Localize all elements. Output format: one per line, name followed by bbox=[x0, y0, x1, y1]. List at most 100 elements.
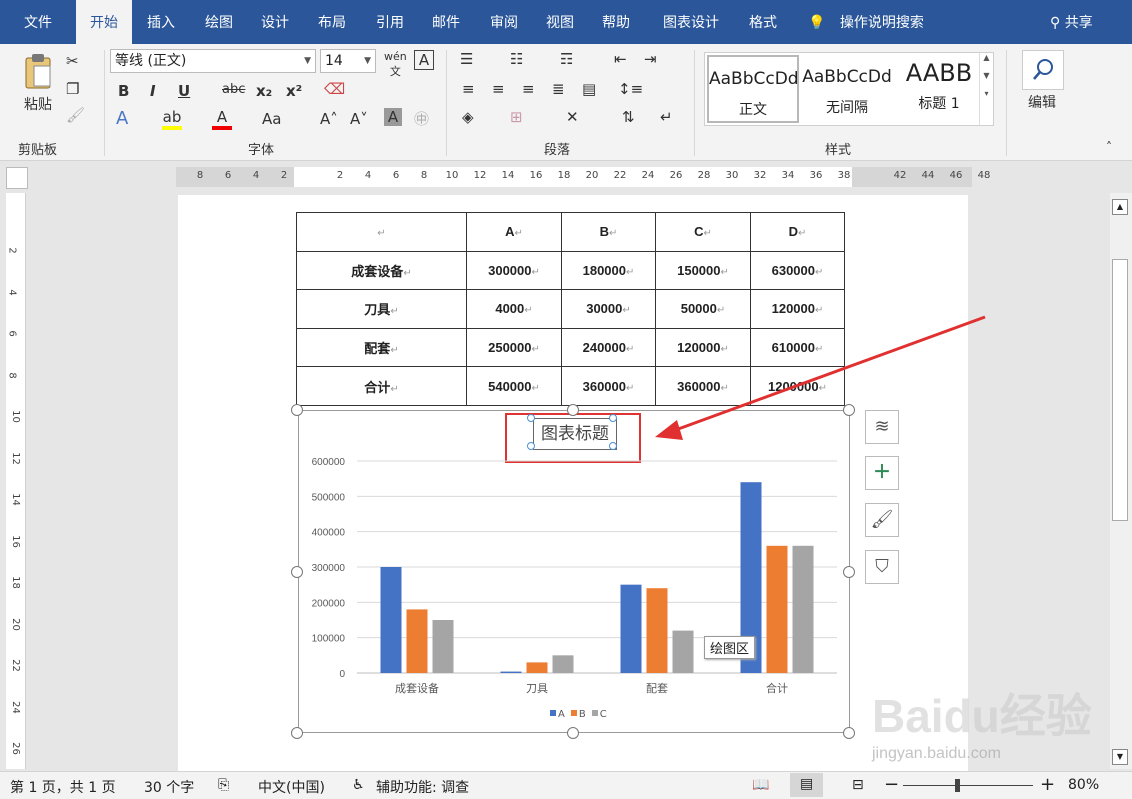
table-cell[interactable]: 150000↵ bbox=[655, 250, 751, 291]
chart-legend[interactable]: A B C bbox=[544, 709, 607, 720]
table-cell[interactable]: 250000↵ bbox=[466, 327, 562, 368]
enclose-character-icon[interactable]: ㊥ bbox=[414, 108, 429, 129]
underline-button[interactable]: U bbox=[178, 82, 190, 100]
find-button[interactable] bbox=[1022, 50, 1064, 90]
bar-C-2[interactable] bbox=[672, 630, 694, 673]
table-cell[interactable]: 50000↵ bbox=[655, 289, 751, 329]
tab-review[interactable]: 审阅 bbox=[478, 0, 530, 44]
strikethrough-button[interactable]: abc bbox=[222, 82, 245, 97]
resize-handle[interactable] bbox=[291, 404, 303, 416]
proofing-icon[interactable]: ⎘ bbox=[218, 777, 229, 793]
phonetic-guide-icon[interactable]: wén 文 bbox=[384, 50, 407, 79]
line-spacing-icon[interactable]: ↕≡ bbox=[618, 80, 643, 98]
title-handle[interactable] bbox=[609, 414, 617, 422]
chart-filters-button[interactable]: ⛉ bbox=[865, 550, 899, 584]
bar-A-0[interactable] bbox=[380, 567, 402, 673]
table-cell[interactable]: 合计↵ bbox=[296, 366, 467, 406]
table-cell[interactable]: A↵ bbox=[466, 212, 562, 252]
table-cell[interactable]: 4000↵ bbox=[466, 289, 562, 329]
share-button[interactable]: ⚲ 共享 bbox=[1050, 0, 1093, 44]
tell-me-search[interactable]: 💡 操作说明搜索 bbox=[808, 0, 924, 44]
tab-insert[interactable]: 插入 bbox=[136, 0, 186, 44]
tab-design[interactable]: 设计 bbox=[250, 0, 300, 44]
justify-icon[interactable]: ≣ bbox=[552, 80, 565, 98]
collapse-ribbon-icon[interactable]: ˄ bbox=[1106, 140, 1112, 154]
chinese-layout-icon[interactable]: ✕ bbox=[566, 108, 579, 126]
font-name-select[interactable]: 等线 (正文) ▼ bbox=[110, 49, 316, 73]
resize-handle[interactable] bbox=[843, 727, 855, 739]
table-cell[interactable]: 630000↵ bbox=[750, 250, 845, 291]
bar-B-2[interactable] bbox=[646, 588, 668, 673]
bold-button[interactable]: B bbox=[118, 82, 129, 100]
character-border-icon[interactable]: A bbox=[414, 50, 434, 70]
scroll-thumb[interactable] bbox=[1112, 259, 1128, 521]
subscript-button[interactable]: x₂ bbox=[256, 82, 272, 100]
document-page[interactable]: ↵ A↵ B↵ C↵ D↵ 成套设备↵ 300000↵ 180000↵ 150000↵ 63000… bbox=[178, 195, 968, 771]
web-layout-icon[interactable]: ⊟ bbox=[852, 777, 864, 793]
style-heading-1[interactable]: AABB 标题 1 bbox=[893, 55, 985, 123]
tab-view[interactable]: 视图 bbox=[534, 0, 586, 44]
tab-layout[interactable]: 布局 bbox=[306, 0, 358, 44]
scroll-down-icon[interactable]: ▼ bbox=[1112, 749, 1128, 765]
tab-help[interactable]: 帮助 bbox=[590, 0, 642, 44]
change-case-button[interactable]: Aa bbox=[262, 110, 281, 128]
read-mode-icon[interactable]: 📖 bbox=[752, 777, 769, 793]
table-cell[interactable]: 配套↵ bbox=[296, 327, 467, 368]
chart-styles-button[interactable]: 🖌 bbox=[865, 503, 899, 537]
table-cell[interactable]: 180000↵ bbox=[561, 250, 656, 291]
chart-plot[interactable]: 0 100000 200000 300000 400000 500000 600000 成套设… bbox=[299, 411, 851, 734]
bar-A-1[interactable] bbox=[500, 671, 522, 673]
tab-format[interactable]: 格式 bbox=[738, 0, 788, 44]
vertical-ruler[interactable]: 2 4 6 8 10 12 14 16 18 20 22 24 26 bbox=[6, 193, 26, 769]
resize-handle[interactable] bbox=[291, 566, 303, 578]
layout-options-button[interactable]: ≋ bbox=[865, 410, 899, 444]
shading-icon[interactable]: ◈ bbox=[462, 108, 474, 126]
font-color-icon[interactable]: A bbox=[212, 108, 232, 130]
table-cell[interactable]: D↵ bbox=[750, 212, 845, 252]
chart-frame[interactable]: 图表标题 0 100000 200000 300000 400000 500000 6000… bbox=[298, 410, 850, 733]
table-cell[interactable]: 1200000↵ bbox=[750, 366, 845, 406]
accessibility-icon[interactable]: ♿ bbox=[352, 777, 365, 793]
table-cell[interactable]: 120000↵ bbox=[655, 327, 751, 368]
bar-B-0[interactable] bbox=[406, 609, 428, 673]
resize-handle[interactable] bbox=[567, 727, 579, 739]
sort-icon[interactable]: ⇅ bbox=[622, 108, 635, 126]
table-cell[interactable]: 刀具↵ bbox=[296, 289, 467, 329]
italic-button[interactable]: I bbox=[150, 82, 156, 100]
table-cell[interactable]: 360000↵ bbox=[655, 366, 751, 406]
table-cell[interactable]: 30000↵ bbox=[561, 289, 656, 329]
title-handle[interactable] bbox=[527, 414, 535, 422]
character-shading-icon[interactable]: A bbox=[384, 108, 402, 126]
scroll-up-icon[interactable]: ▲ bbox=[1112, 199, 1128, 215]
resize-handle[interactable] bbox=[567, 404, 579, 416]
tab-selector[interactable] bbox=[6, 167, 28, 189]
tab-draw[interactable]: 绘图 bbox=[192, 0, 246, 44]
font-size-select[interactable]: 14 ▼ bbox=[320, 49, 376, 73]
cut-icon[interactable]: ✂ bbox=[66, 52, 79, 70]
bar-C-0[interactable] bbox=[432, 620, 454, 673]
resize-handle[interactable] bbox=[291, 727, 303, 739]
zoom-out-icon[interactable]: − bbox=[884, 774, 899, 795]
borders-icon[interactable]: ⊞ bbox=[510, 108, 523, 126]
bar-A-2[interactable] bbox=[620, 584, 642, 673]
increase-indent-icon[interactable]: ⇥ bbox=[644, 50, 657, 68]
resize-handle[interactable] bbox=[843, 566, 855, 578]
table-cell[interactable]: 300000↵ bbox=[466, 250, 562, 291]
tab-home[interactable]: 开始 bbox=[76, 0, 132, 44]
bar-C-3[interactable] bbox=[792, 545, 814, 673]
decrease-indent-icon[interactable]: ⇤ bbox=[614, 50, 627, 68]
numbering-icon[interactable]: ☷ bbox=[510, 50, 523, 68]
resize-handle[interactable] bbox=[843, 404, 855, 416]
print-layout-icon[interactable]: ▤ bbox=[790, 773, 824, 797]
multilevel-list-icon[interactable]: ☶ bbox=[560, 50, 573, 68]
superscript-button[interactable]: x² bbox=[286, 82, 302, 100]
shrink-font-icon[interactable]: A˅ bbox=[350, 110, 368, 128]
styles-scroll[interactable]: ▲ ▼ ▾ bbox=[979, 53, 993, 125]
grow-font-icon[interactable]: A˄ bbox=[320, 110, 338, 128]
align-right-icon[interactable]: ≡ bbox=[522, 80, 535, 98]
bar-B-1[interactable] bbox=[526, 662, 548, 673]
table-cell[interactable]: B↵ bbox=[561, 212, 656, 252]
horizontal-ruler[interactable]: 8 6 4 2 2 4 6 8 10 12 14 16 18 20 22 24 26 28 30 32 34 36 38 42… bbox=[176, 167, 990, 187]
zoom-level[interactable]: 80% bbox=[1068, 777, 1099, 793]
table-cell[interactable]: ↵ bbox=[296, 212, 467, 252]
